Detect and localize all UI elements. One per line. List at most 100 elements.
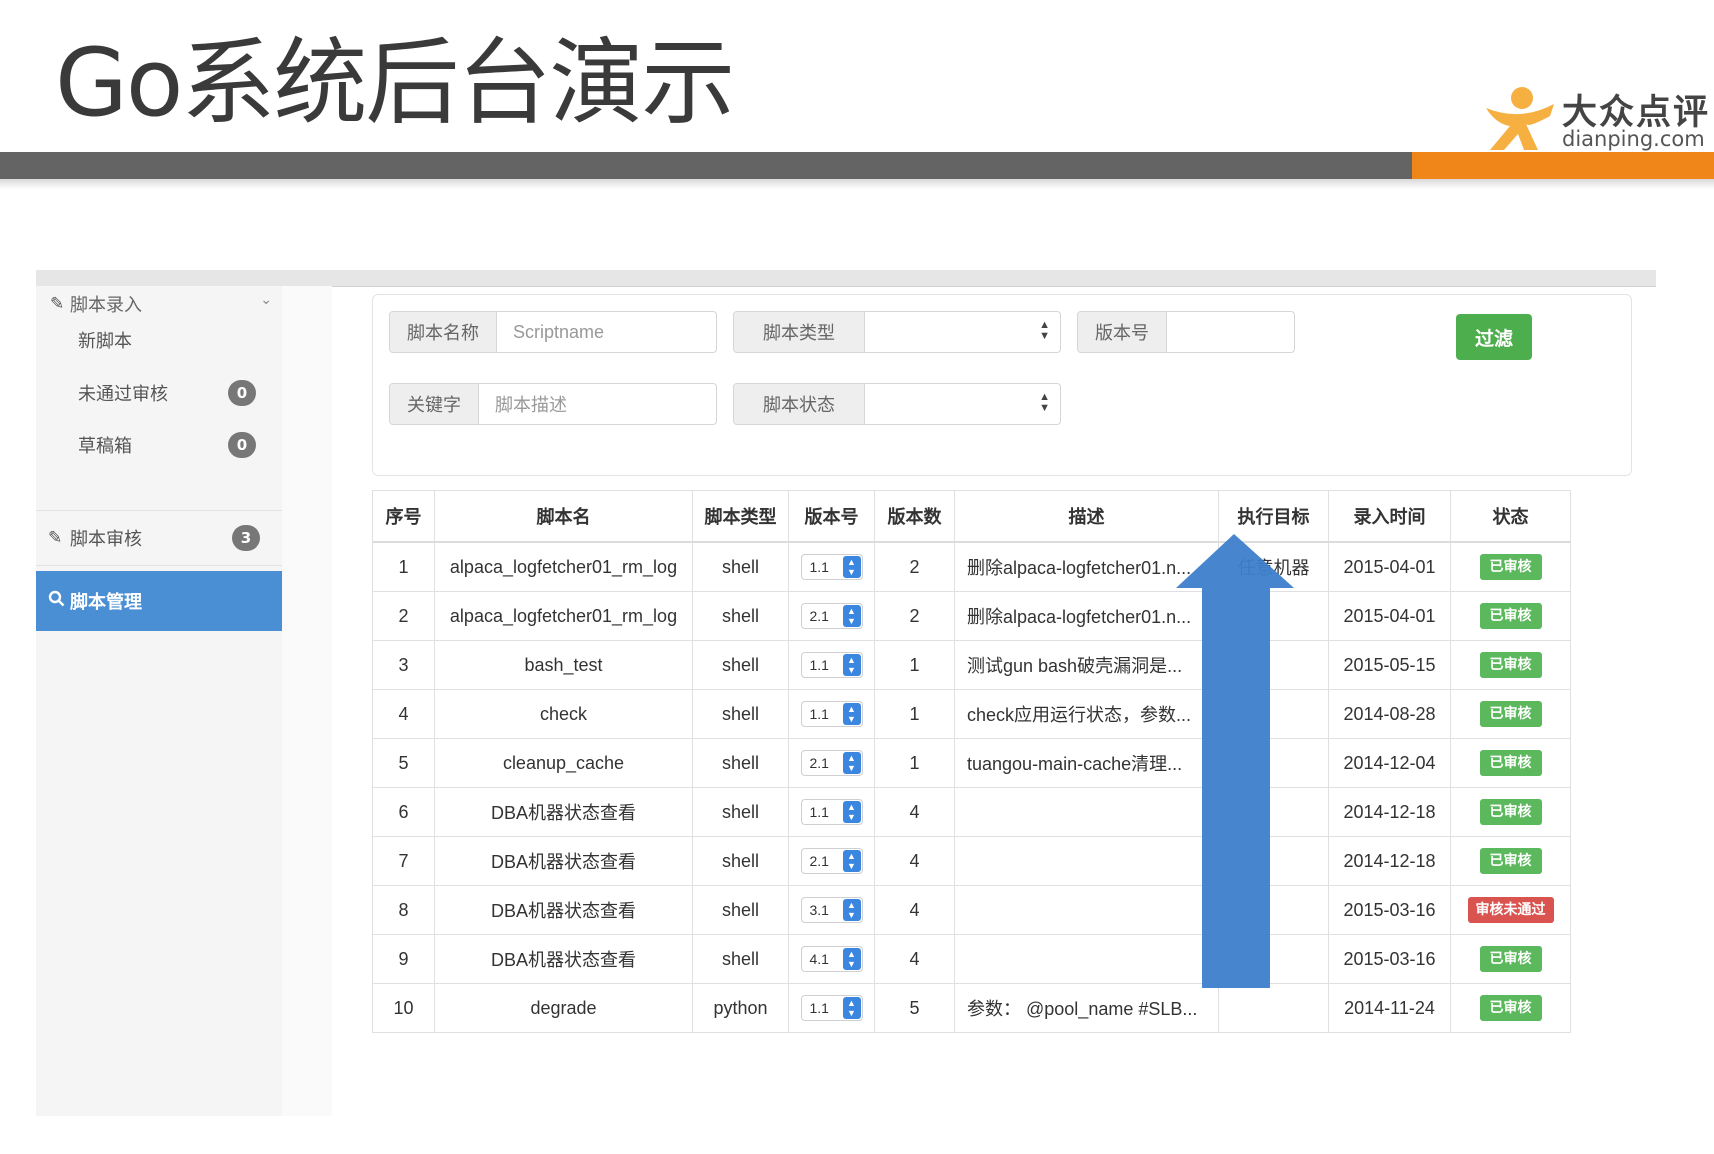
- keyword-label: 关键字: [390, 384, 479, 424]
- table-row[interactable]: 1 alpaca_logfetcher01_rm_log shell 1.1 ▲ ▼ 2 删除…: [372, 541, 1571, 592]
- script-type-filter: 脚本类型 ▲ ▼: [733, 311, 1061, 353]
- entry-date: 2015-05-15: [1328, 640, 1451, 690]
- script-name: alpaca_logfetcher01_rm_log: [434, 541, 693, 592]
- version-count: 4: [874, 836, 955, 886]
- column-header[interactable]: 状态: [1450, 490, 1571, 543]
- exec-target: [1218, 591, 1329, 641]
- version-count: 4: [874, 885, 955, 935]
- script-type: shell: [692, 934, 789, 984]
- table-row[interactable]: 7 DBA机器状态查看 shell 2.1 ▲ ▼ 4 2014-12-18 已审核: [372, 836, 1571, 886]
- version-filter: 版本号: [1077, 311, 1295, 353]
- column-header[interactable]: 执行目标: [1218, 490, 1329, 543]
- sidebar-item-label: 未通过审核: [78, 384, 168, 405]
- logo-name-en: dianping.com: [1562, 127, 1705, 151]
- version-select[interactable]: 1.1 ▲ ▼: [800, 652, 863, 678]
- version-select[interactable]: 2.1 ▲ ▼: [800, 750, 863, 776]
- entry-date: 2014-12-04: [1328, 738, 1451, 788]
- filter-button[interactable]: 过滤: [1456, 314, 1532, 360]
- select-arrows-icon: ▲ ▼: [842, 654, 861, 676]
- sidebar-item-drafts[interactable]: 草稿箱 0: [78, 425, 278, 465]
- header-band-orange: [1412, 152, 1714, 179]
- version-select[interactable]: 1.1 ▲ ▼: [800, 554, 863, 580]
- table-row[interactable]: 8 DBA机器状态查看 shell 3.1 ▲ ▼ 4 2015-03-16 审核未通过: [372, 885, 1571, 935]
- row-id: 6: [372, 787, 435, 837]
- sidebar-item-script-review[interactable]: ✎ 脚本审核 3: [36, 510, 282, 566]
- sidebar-item-label: 草稿箱: [78, 436, 132, 457]
- column-header[interactable]: 脚本类型: [692, 490, 789, 543]
- version-count: 1: [874, 640, 955, 690]
- table-row[interactable]: 6 DBA机器状态查看 shell 1.1 ▲ ▼ 4 2014-12-18 已审核: [372, 787, 1571, 837]
- status-cell: 已审核: [1450, 983, 1571, 1033]
- version-select[interactable]: 3.1 ▲ ▼: [800, 897, 863, 923]
- exec-target: [1218, 787, 1329, 837]
- description: check应用运行状态，参数...: [954, 689, 1219, 739]
- dianping-logo: 大众点评 dianping.com: [1480, 84, 1710, 154]
- column-header[interactable]: 录入时间: [1328, 490, 1451, 543]
- status-cell: 已审核: [1450, 787, 1571, 837]
- version-count: 1: [874, 738, 955, 788]
- column-header[interactable]: 版本数: [874, 490, 955, 543]
- script-type-select[interactable]: ▲ ▼: [865, 312, 1060, 352]
- row-id: 3: [372, 640, 435, 690]
- count-badge: 0: [228, 432, 256, 458]
- description: [954, 885, 1219, 935]
- sidebar-item-label: 脚本审核: [70, 529, 142, 550]
- version-select[interactable]: 1.1 ▲ ▼: [800, 799, 863, 825]
- table-row[interactable]: 3 bash_test shell 1.1 ▲ ▼ 1 测试gun bash破壳漏洞是...…: [372, 640, 1571, 690]
- version-value: 2.1: [809, 608, 829, 624]
- column-header[interactable]: 脚本名: [434, 490, 693, 543]
- entry-date: 2015-03-16: [1328, 934, 1451, 984]
- sidebar-item-script-manage[interactable]: 脚本管理: [36, 571, 282, 631]
- keyword-input[interactable]: 脚本描述: [479, 384, 716, 424]
- version-count: 4: [874, 787, 955, 837]
- version-value: 1.1: [809, 706, 829, 722]
- version-select[interactable]: 1.1 ▲ ▼: [800, 701, 863, 727]
- version-cell: 2.1 ▲ ▼: [788, 738, 875, 788]
- version-value: 1.1: [809, 559, 829, 575]
- version-count: 2: [874, 541, 955, 592]
- status-badge: 已审核: [1479, 554, 1542, 580]
- script-name: DBA机器状态查看: [434, 934, 693, 984]
- sidebar-group-script-entry[interactable]: ✎ 脚本录入 ⌄: [50, 290, 272, 318]
- script-name-input[interactable]: Scriptname: [497, 312, 716, 352]
- version-count: 2: [874, 591, 955, 641]
- version-select[interactable]: 1.1 ▲ ▼: [800, 995, 863, 1021]
- script-name: DBA机器状态查看: [434, 885, 693, 935]
- sidebar-item-new-script[interactable]: 新脚本: [78, 320, 278, 360]
- exec-target: [1218, 983, 1329, 1033]
- column-header[interactable]: 序号: [372, 490, 435, 543]
- version-value: 1.1: [809, 657, 829, 673]
- column-header[interactable]: 描述: [954, 490, 1219, 543]
- table-row[interactable]: 9 DBA机器状态查看 shell 4.1 ▲ ▼ 4 2015-03-16 已审核: [372, 934, 1571, 984]
- script-name: check: [434, 689, 693, 739]
- status-cell: 已审核: [1450, 541, 1571, 592]
- table-row[interactable]: 4 check shell 1.1 ▲ ▼ 1 check应用运行状态，参数... 2014-0…: [372, 689, 1571, 739]
- script-status-select[interactable]: ▲ ▼: [865, 384, 1060, 424]
- status-badge: 已审核: [1479, 995, 1542, 1021]
- sidebar-item-label: 新脚本: [78, 331, 132, 352]
- script-status-label: 脚本状态: [734, 384, 865, 424]
- version-select[interactable]: 2.1 ▲ ▼: [800, 603, 863, 629]
- exec-target: [1218, 836, 1329, 886]
- version-input[interactable]: [1167, 312, 1294, 352]
- version-select[interactable]: 2.1 ▲ ▼: [800, 848, 863, 874]
- exec-target: [1218, 885, 1329, 935]
- description: [954, 836, 1219, 886]
- script-status-filter: 脚本状态 ▲ ▼: [733, 383, 1061, 425]
- sidebar-item-rejected[interactable]: 未通过审核 0: [78, 373, 278, 413]
- table-row[interactable]: 2 alpaca_logfetcher01_rm_log shell 2.1 ▲ ▼ 2 删除…: [372, 591, 1571, 641]
- script-name: DBA机器状态查看: [434, 787, 693, 837]
- table-row[interactable]: 5 cleanup_cache shell 2.1 ▲ ▼ 1 tuangou-main-c…: [372, 738, 1571, 788]
- script-type: python: [692, 983, 789, 1033]
- status-cell: 已审核: [1450, 934, 1571, 984]
- table-row[interactable]: 10 degrade python 1.1 ▲ ▼ 5 参数： @pool_name #SLB…: [372, 983, 1571, 1033]
- column-header[interactable]: 版本号: [788, 490, 875, 543]
- version-value: 2.1: [809, 755, 829, 771]
- row-id: 10: [372, 983, 435, 1033]
- version-cell: 1.1 ▲ ▼: [788, 689, 875, 739]
- select-arrows-icon: ▲ ▼: [842, 948, 861, 970]
- status-badge: 已审核: [1479, 799, 1542, 825]
- version-select[interactable]: 4.1 ▲ ▼: [800, 946, 863, 972]
- slide-title: Go系统后台演示: [55, 29, 735, 138]
- status-badge: 已审核: [1479, 946, 1542, 972]
